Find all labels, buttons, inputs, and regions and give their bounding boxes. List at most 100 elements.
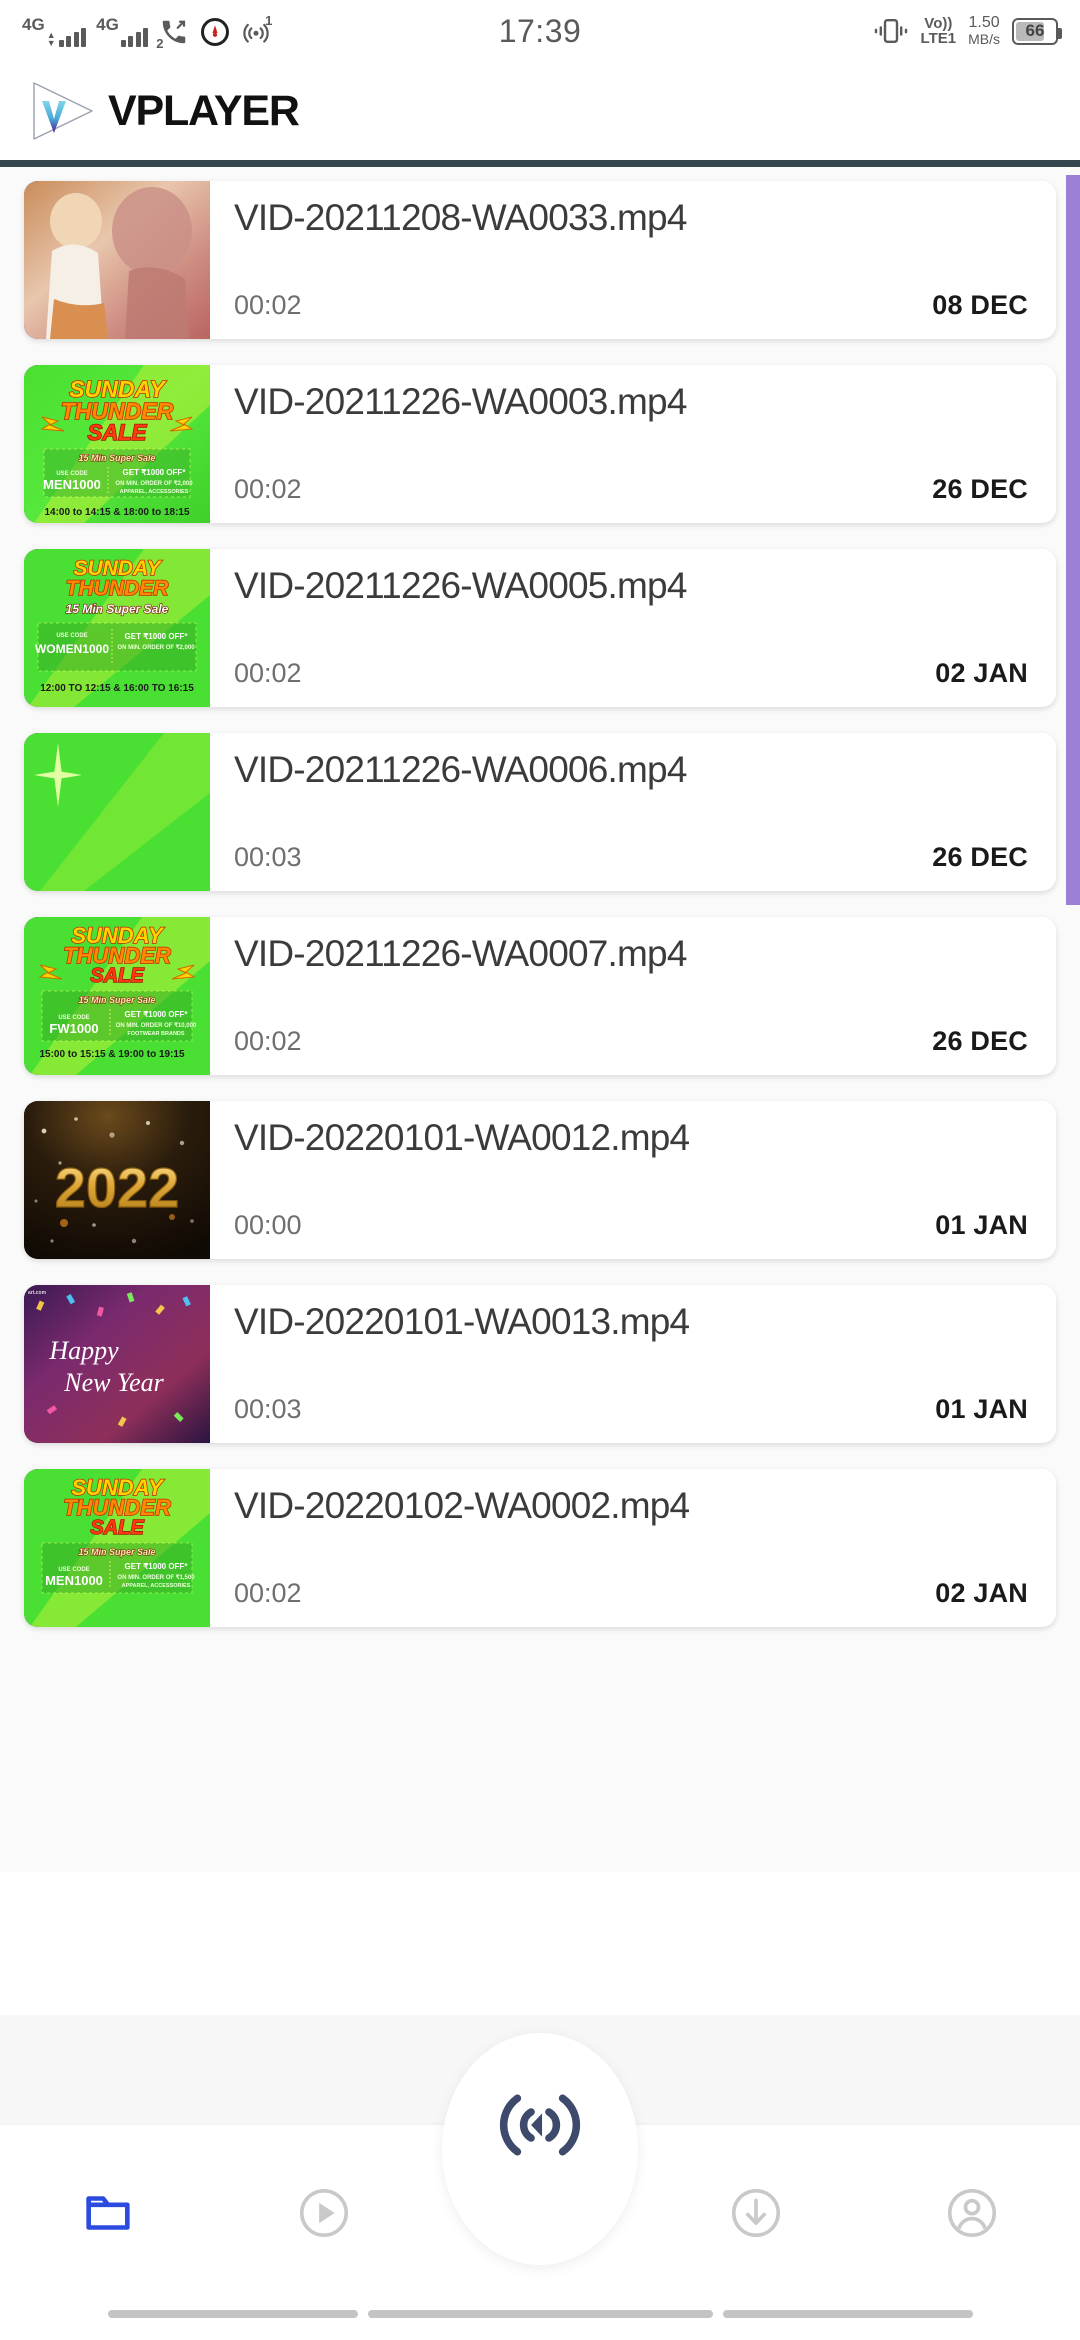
play-circle-icon bbox=[293, 2184, 355, 2242]
video-title: VID-20220101-WA0013.mp4 bbox=[234, 1301, 690, 1342]
gesture-pill-left bbox=[107, 2310, 358, 2318]
battery-percent-label: 66 bbox=[1025, 21, 1045, 40]
video-title: VID-20220101-WA0012.mp4 bbox=[234, 1117, 690, 1158]
download-circle-icon bbox=[725, 2184, 787, 2242]
nav-item-download[interactable] bbox=[648, 2125, 864, 2300]
app-title: VPLAYER bbox=[108, 86, 300, 135]
nav-item-profile[interactable] bbox=[864, 2125, 1080, 2300]
video-duration: 00:02 bbox=[234, 474, 302, 504]
svg-text:FW1000: FW1000 bbox=[49, 1021, 98, 1036]
svg-text:APPAREL, ACCESSORIES: APPAREL, ACCESSORIES bbox=[122, 1583, 191, 1589]
status-bar: 4G ▲ ▼ 4G 2 1 17:39 Vo)) LTE1 1.50 MB/s … bbox=[0, 0, 1080, 62]
video-info: VID-20220102-WA0002.mp4 00:02 02 JAN bbox=[210, 1469, 1056, 1627]
video-duration: 00:00 bbox=[234, 1210, 302, 1240]
list-item[interactable]: SUNDAY THUNDER SALE 15 Min Super Sale US… bbox=[24, 917, 1056, 1075]
video-meta: 00:02 08 DEC bbox=[234, 290, 1028, 327]
video-title: VID-20220102-WA0002.mp4 bbox=[234, 1485, 690, 1526]
list-item[interactable]: SUNDAY THUNDER SALE 15 Min Super Sale US… bbox=[24, 1469, 1056, 1627]
svg-text:ON MIN. ORDER OF ₹10,000: ON MIN. ORDER OF ₹10,000 bbox=[116, 1022, 197, 1029]
list-item[interactable]: SUNDAY THUNDER 15 Min Super Sale USE COD… bbox=[24, 549, 1056, 707]
video-thumbnail[interactable] bbox=[24, 733, 210, 891]
video-title: VID-20211208-WA0033.mp4 bbox=[234, 197, 687, 238]
svg-text:14:00 to 14:15 & 18:00 to 18: 14:00 to 14:15 & 18:00 to 18:15 bbox=[44, 507, 190, 518]
video-thumbnail[interactable]: SUNDAY THUNDER SALE 15 Min Super Sale US… bbox=[24, 365, 210, 523]
bottom-navigation bbox=[0, 2015, 1080, 2340]
list-item[interactable]: 2022 VID-20220101-WA0012.mp4 00:00 01 JA… bbox=[24, 1101, 1056, 1259]
svg-text:15 Min Super Sale: 15 Min Super Sale bbox=[78, 453, 155, 463]
gesture-pill-right bbox=[722, 2310, 973, 2318]
svg-text:USE CODE: USE CODE bbox=[56, 633, 87, 639]
svg-text:MEN1000: MEN1000 bbox=[43, 477, 101, 492]
video-thumbnail[interactable]: SUNDAY THUNDER 15 Min Super Sale USE COD… bbox=[24, 549, 210, 707]
video-info: VID-20211226-WA0006.mp4 00:03 26 DEC bbox=[210, 733, 1056, 891]
video-date: 08 DEC bbox=[932, 290, 1028, 320]
svg-text:ON MIN. ORDER OF ₹2,000: ON MIN. ORDER OF ₹2,000 bbox=[117, 644, 195, 651]
svg-text:12:00 TO 12:15 & 16:00 TO 16: 12:00 TO 12:15 & 16:00 TO 16:15 bbox=[40, 683, 194, 694]
scrollbar-track[interactable] bbox=[1066, 167, 1080, 1872]
video-thumbnail[interactable] bbox=[24, 181, 210, 339]
list-item[interactable]: Happy New Year art.com VID-20220101-WA00… bbox=[24, 1285, 1056, 1443]
status-bar-clock: 17:39 bbox=[498, 12, 582, 49]
nav-item-play[interactable] bbox=[216, 2125, 432, 2300]
video-title: VID-20211226-WA0006.mp4 bbox=[234, 749, 687, 790]
video-title: VID-20211226-WA0003.mp4 bbox=[234, 381, 687, 422]
svg-text:New Year: New Year bbox=[63, 1368, 164, 1397]
svg-text:APPAREL, ACCESSORIES: APPAREL, ACCESSORIES bbox=[120, 489, 189, 495]
list-item[interactable]: VID-20211226-WA0006.mp4 00:03 26 DEC bbox=[24, 733, 1056, 891]
vplayer-logo-icon bbox=[22, 75, 102, 147]
nav-item-folder[interactable] bbox=[0, 2125, 216, 2300]
cast-fab-button[interactable] bbox=[442, 2033, 638, 2265]
video-date: 26 DEC bbox=[932, 474, 1028, 504]
svg-text:ON MIN. ORDER OF ₹2,000: ON MIN. ORDER OF ₹2,000 bbox=[115, 480, 193, 487]
video-info: VID-20211226-WA0007.mp4 00:02 26 DEC bbox=[210, 917, 1056, 1075]
svg-text:FOOTWEAR BRANDS: FOOTWEAR BRANDS bbox=[127, 1031, 184, 1037]
svg-text:15:00 to 15:15 & 19:00 to 19: 15:00 to 15:15 & 19:00 to 19:15 bbox=[39, 1049, 185, 1060]
video-info: VID-20220101-WA0013.mp4 00:03 01 JAN bbox=[210, 1285, 1056, 1443]
profile-circle-icon bbox=[941, 2184, 1003, 2242]
video-duration: 00:03 bbox=[234, 1394, 302, 1424]
svg-text:SALE: SALE bbox=[90, 1517, 144, 1539]
video-thumbnail[interactable]: Happy New Year art.com bbox=[24, 1285, 210, 1443]
video-title: VID-20211226-WA0007.mp4 bbox=[234, 933, 687, 974]
video-meta: 00:02 02 JAN bbox=[234, 1578, 1028, 1615]
svg-text:MEN1000: MEN1000 bbox=[45, 1573, 103, 1588]
svg-text:GET ₹1000 OFF*: GET ₹1000 OFF* bbox=[125, 1562, 189, 1571]
svg-text:15 Min Super Sale: 15 Min Super Sale bbox=[78, 1547, 155, 1557]
system-gesture-bar bbox=[0, 2300, 1080, 2328]
video-date: 02 JAN bbox=[935, 658, 1028, 688]
video-meta: 00:03 01 JAN bbox=[234, 1394, 1028, 1431]
video-info: VID-20220101-WA0012.mp4 00:00 01 JAN bbox=[210, 1101, 1056, 1259]
gesture-pill-center bbox=[367, 2310, 713, 2318]
video-thumbnail[interactable]: SUNDAY THUNDER SALE 15 Min Super Sale US… bbox=[24, 1469, 210, 1627]
scrollbar-thumb[interactable] bbox=[1066, 175, 1080, 905]
svg-text:SALE: SALE bbox=[88, 420, 148, 445]
svg-text:GET ₹1000 OFF*: GET ₹1000 OFF* bbox=[123, 468, 187, 477]
cast-broadcast-icon bbox=[484, 2077, 596, 2178]
list-item[interactable]: VID-20211208-WA0033.mp4 00:02 08 DEC bbox=[24, 181, 1056, 339]
video-date: 02 JAN bbox=[935, 1578, 1028, 1608]
video-duration: 00:02 bbox=[234, 658, 302, 688]
video-list[interactable]: VID-20211208-WA0033.mp4 00:02 08 DEC SUN… bbox=[0, 167, 1080, 1872]
video-meta: 00:00 01 JAN bbox=[234, 1210, 1028, 1247]
svg-text:WOMEN1000: WOMEN1000 bbox=[35, 642, 109, 656]
list-item[interactable]: SUNDAY THUNDER SALE 15 Min Super Sale US… bbox=[24, 365, 1056, 523]
video-meta: 00:02 26 DEC bbox=[234, 474, 1028, 511]
svg-text:GET ₹1000 OFF*: GET ₹1000 OFF* bbox=[125, 632, 189, 641]
svg-text:2022: 2022 bbox=[55, 1156, 180, 1219]
app-header: VPLAYER bbox=[0, 62, 1080, 160]
header-divider bbox=[0, 160, 1080, 167]
svg-text:GET ₹1000 OFF*: GET ₹1000 OFF* bbox=[125, 1010, 189, 1019]
video-date: 01 JAN bbox=[935, 1394, 1028, 1424]
video-info: VID-20211226-WA0003.mp4 00:02 26 DEC bbox=[210, 365, 1056, 523]
svg-text:15 Min Super Sale: 15 Min Super Sale bbox=[66, 602, 169, 616]
svg-text:SALE: SALE bbox=[90, 965, 144, 987]
video-date: 26 DEC bbox=[932, 1026, 1028, 1056]
video-thumbnail[interactable]: SUNDAY THUNDER SALE 15 Min Super Sale US… bbox=[24, 917, 210, 1075]
video-date: 01 JAN bbox=[935, 1210, 1028, 1240]
svg-text:Happy: Happy bbox=[48, 1336, 119, 1365]
video-thumbnail[interactable]: 2022 bbox=[24, 1101, 210, 1259]
video-duration: 00:03 bbox=[234, 842, 302, 872]
video-info: VID-20211226-WA0005.mp4 00:02 02 JAN bbox=[210, 549, 1056, 707]
folder-icon bbox=[77, 2184, 139, 2242]
battery-icon: 66 bbox=[1012, 17, 1062, 45]
